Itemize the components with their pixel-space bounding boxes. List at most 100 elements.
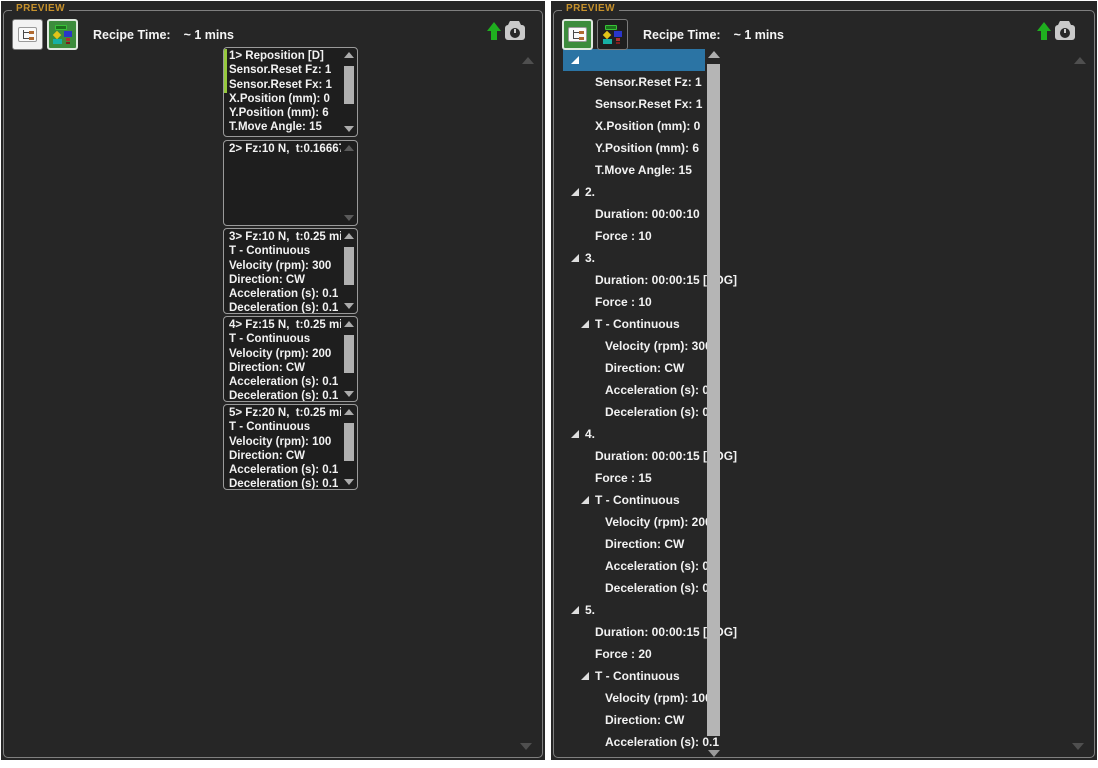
scroll-down-icon[interactable] xyxy=(520,743,532,750)
expander-icon[interactable] xyxy=(581,672,589,680)
tree-item[interactable]: Direction: CW xyxy=(563,533,705,555)
step-property: 3> Fz:10 N, t:0.25 min xyxy=(229,230,341,244)
expander-icon[interactable] xyxy=(571,254,579,262)
scroll-down-icon[interactable] xyxy=(344,479,354,485)
step-property: Sensor.Reset Fx: 1 xyxy=(229,78,341,92)
tree-item[interactable]: Acceleration (s): 0.1 xyxy=(563,379,705,401)
scroll-down-icon[interactable] xyxy=(1072,743,1084,750)
step-property: Velocity (rpm): 100 xyxy=(229,435,341,449)
scroll-up-icon[interactable] xyxy=(344,409,354,415)
scroll-down-icon[interactable] xyxy=(708,750,720,757)
scroll-up-icon[interactable] xyxy=(344,52,354,58)
tree-item[interactable]: Acceleration (s): 0.1 xyxy=(563,731,705,753)
tree-item[interactable]: Force : 15 xyxy=(563,467,705,489)
step-property: Deceleration (s): 0.1 xyxy=(229,477,341,490)
box-scrollbar[interactable] xyxy=(343,231,355,311)
expander-icon[interactable] xyxy=(581,496,589,504)
tree-item[interactable]: 5. xyxy=(563,599,705,621)
expander-icon[interactable] xyxy=(571,606,579,614)
scroll-thumb[interactable] xyxy=(344,335,354,373)
scroll-down-icon[interactable] xyxy=(344,303,354,309)
tree-scrollbar[interactable] xyxy=(706,51,722,757)
tree-item[interactable]: T - Continuous xyxy=(563,665,705,687)
upload-arrow-icon[interactable] xyxy=(1037,22,1052,42)
scroll-thumb[interactable] xyxy=(707,64,720,736)
tree-item[interactable] xyxy=(563,49,705,71)
tree-item-label: Velocity (rpm): 100 xyxy=(605,691,712,705)
tree-item[interactable]: T - Continuous xyxy=(563,489,705,511)
tree-item[interactable]: T.Move Angle: 15 xyxy=(563,159,705,181)
scroll-up-icon[interactable] xyxy=(1074,57,1086,64)
recipe-step-box[interactable]: 4> Fz:15 N, t:0.25 minT - ContinuousVelo… xyxy=(223,316,358,402)
tree-item[interactable]: Direction: CW xyxy=(563,709,705,731)
flow-preview-panel: PREVIEW Recipe Time:~ 1 mins 1> Repositi… xyxy=(1,1,545,760)
tree-item[interactable]: Force : 20 xyxy=(563,643,705,665)
flow-view-button[interactable] xyxy=(47,19,78,50)
scroll-up-icon[interactable] xyxy=(344,145,354,151)
tree-view-button[interactable] xyxy=(12,19,43,50)
expander-icon[interactable] xyxy=(571,56,579,64)
tree-item[interactable]: 2. xyxy=(563,181,705,203)
expander-icon[interactable] xyxy=(571,188,579,196)
recipe-step-box[interactable]: 3> Fz:10 N, t:0.25 minT - ContinuousVelo… xyxy=(223,228,358,314)
step-property: Direction: CW xyxy=(229,449,341,463)
scroll-up-icon[interactable] xyxy=(522,57,534,64)
tree-item[interactable]: Direction: CW xyxy=(563,357,705,379)
flow-view-button[interactable] xyxy=(597,19,628,50)
box-scrollbar[interactable] xyxy=(343,50,355,134)
tree-item[interactable]: Deceleration (s): 0.1 xyxy=(563,401,705,423)
step-property: T - Continuous xyxy=(229,332,341,346)
tree-item[interactable]: Deceleration (s): 0.1 xyxy=(563,577,705,599)
expander-icon[interactable] xyxy=(581,320,589,328)
tree-item[interactable]: Velocity (rpm): 300 xyxy=(563,335,705,357)
scroll-up-icon[interactable] xyxy=(708,51,720,58)
tree-view-button[interactable] xyxy=(562,19,593,50)
tree-item-label: Force : 10 xyxy=(595,295,652,309)
expander-icon[interactable] xyxy=(571,430,579,438)
tree-item[interactable]: X.Position (mm): 0 xyxy=(563,115,705,137)
scroll-up-icon[interactable] xyxy=(344,321,354,327)
step-properties: 5> Fz:20 N, t:0.25 minT - ContinuousVelo… xyxy=(224,405,357,490)
scroll-thumb[interactable] xyxy=(344,247,354,285)
scroll-down-icon[interactable] xyxy=(344,126,354,132)
scale-icon[interactable] xyxy=(504,21,526,41)
tree-item[interactable]: Force : 10 xyxy=(563,291,705,313)
tree-item-label: 2. xyxy=(585,185,595,199)
tree-item[interactable]: Acceleration (s): 0.1 xyxy=(563,555,705,577)
step-property: Acceleration (s): 0.1 xyxy=(229,463,341,477)
step-property: Acceleration (s): 0.1 xyxy=(229,375,341,389)
tree-item[interactable]: Sensor.Reset Fz: 1 xyxy=(563,71,705,93)
recipe-time: Recipe Time:~ 1 mins xyxy=(643,28,784,42)
tree-item[interactable]: Force : 10 xyxy=(563,225,705,247)
tree-item[interactable]: 4. xyxy=(563,423,705,445)
scroll-down-icon[interactable] xyxy=(344,391,354,397)
tree-item[interactable]: Duration: 00:00:15 [LOG] xyxy=(563,269,705,291)
tree-item-label: Sensor.Reset Fx: 1 xyxy=(595,97,702,111)
scroll-thumb[interactable] xyxy=(344,66,354,104)
step-property: T.Move Angle: 15 xyxy=(229,120,341,134)
recipe-step-box[interactable]: 1> Reposition [D]Sensor.Reset Fz: 1Senso… xyxy=(223,47,358,137)
scroll-up-icon[interactable] xyxy=(344,233,354,239)
tree-item[interactable]: Velocity (rpm): 200 xyxy=(563,511,705,533)
tree-item[interactable]: Duration: 00:00:10 xyxy=(563,203,705,225)
recipe-step-box[interactable]: 2> Fz:10 N, t:0.16667 mi xyxy=(223,140,358,226)
tree-item[interactable]: T - Continuous xyxy=(563,313,705,335)
tree-item[interactable]: Velocity (rpm): 100 xyxy=(563,687,705,709)
box-scrollbar[interactable] xyxy=(343,319,355,399)
scroll-thumb[interactable] xyxy=(344,423,354,461)
box-scrollbar[interactable] xyxy=(343,143,355,223)
tree-item[interactable]: Y.Position (mm): 6 xyxy=(563,137,705,159)
upload-arrow-icon[interactable] xyxy=(487,22,502,42)
tree-item[interactable]: Duration: 00:00:15 [LOG] xyxy=(563,445,705,467)
box-scrollbar[interactable] xyxy=(343,407,355,487)
step-property: 1> Reposition [D] xyxy=(229,49,341,63)
tree-item[interactable]: 3. xyxy=(563,247,705,269)
recipe-step-box[interactable]: 5> Fz:20 N, t:0.25 minT - ContinuousVelo… xyxy=(223,404,358,490)
tree-item-label: Acceleration (s): 0.1 xyxy=(605,559,719,573)
scale-icon[interactable] xyxy=(1054,21,1076,41)
tree-item[interactable]: Sensor.Reset Fx: 1 xyxy=(563,93,705,115)
scroll-down-icon[interactable] xyxy=(344,215,354,221)
tree-item[interactable]: Duration: 00:00:15 [LOG] xyxy=(563,621,705,643)
step-properties: 2> Fz:10 N, t:0.16667 mi xyxy=(224,141,357,157)
recipe-time-label: Recipe Time: xyxy=(93,28,171,42)
